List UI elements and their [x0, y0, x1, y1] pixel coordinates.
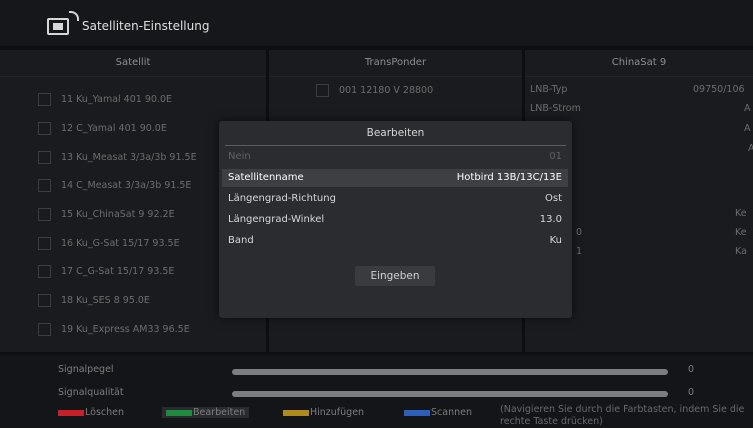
- checkbox[interactable]: [38, 151, 51, 164]
- red-key-icon: [58, 409, 84, 416]
- signal-quality-value: 0: [688, 387, 695, 398]
- dialog-row-longitude-direction[interactable]: Längengrad-Richtung Ost: [222, 190, 568, 208]
- checkbox[interactable]: [38, 179, 51, 192]
- lnb-type-value: 09750/106: [693, 84, 745, 95]
- satellite-list-item[interactable]: 11 Ku_Yamal 401 90.0E: [38, 91, 172, 109]
- lnb-power-value: A: [744, 103, 751, 114]
- checkbox[interactable]: [38, 122, 51, 135]
- enter-button[interactable]: Eingeben: [355, 266, 435, 286]
- checkbox[interactable]: [38, 294, 51, 307]
- dialog-row-band[interactable]: Band Ku: [222, 232, 568, 250]
- dialog-title: Bearbeiten: [225, 121, 566, 146]
- transponder-column-header: TransPonder: [269, 50, 522, 77]
- checkbox[interactable]: [38, 237, 51, 250]
- satellite-list-item[interactable]: 12 C_Yamal 401 90.0E: [38, 120, 167, 138]
- header-bar: Satelliten-Einstellung: [0, 0, 753, 46]
- satellite-dish-icon: [47, 18, 69, 35]
- satellite-list-item[interactable]: 17 C_G-Sat 15/17 93.5E: [38, 263, 174, 281]
- blue-key-icon: [404, 409, 430, 416]
- satellite-list-item[interactable]: 15 Ku_ChinaSat 9 92.2E: [38, 206, 175, 224]
- signal-level-bar: [232, 369, 668, 375]
- edit-key-hint[interactable]: Bearbeiten: [162, 407, 250, 418]
- edit-dialog: Bearbeiten Nein 01 Satellitenname Hotbir…: [219, 121, 572, 318]
- info-value: A: [744, 123, 751, 134]
- satellite-list-item[interactable]: 14 C_Measat 3/3a/3b 91.5E: [38, 177, 191, 195]
- satellite-list-item[interactable]: 18 Ku_SES 8 95.0E: [38, 292, 150, 310]
- info-value: 0: [576, 227, 583, 238]
- delete-key-hint[interactable]: Löschen: [58, 407, 124, 418]
- info-value: 1: [576, 246, 583, 257]
- checkbox[interactable]: [38, 323, 51, 336]
- info-value: Ka: [735, 246, 747, 257]
- satellite-list-item[interactable]: 19 Ku_Express AM33 96.5E: [38, 321, 190, 339]
- checkbox[interactable]: [38, 265, 51, 278]
- satellite-list-item[interactable]: 13 Ku_Measat 3/3a/3b 91.5E: [38, 149, 197, 167]
- signal-wave-icon: [69, 11, 79, 21]
- info-value: A: [748, 143, 753, 154]
- dialog-row-satellite-name[interactable]: Satellitenname Hotbird 13B/13C/13E: [222, 169, 568, 187]
- scan-key-hint[interactable]: Scannen: [404, 407, 472, 418]
- yellow-key-icon: [283, 409, 309, 416]
- checkbox[interactable]: [38, 93, 51, 106]
- transponder-list-item[interactable]: 001 12180 V 28800: [316, 84, 433, 97]
- add-key-hint[interactable]: Hinzufügen: [283, 407, 364, 418]
- info-value: Ke: [735, 208, 747, 219]
- info-value: Ke: [735, 227, 747, 238]
- checkbox[interactable]: [316, 84, 329, 97]
- green-key-icon: [166, 409, 192, 416]
- lnb-type-label: LNB-Typ: [530, 84, 568, 95]
- satellite-column-header: Satellit: [0, 50, 266, 77]
- signal-level-value: 0: [688, 364, 695, 375]
- checkbox[interactable]: [38, 208, 51, 221]
- satellite-list-item[interactable]: 16 Ku_G-Sat 15/17 93.5E: [38, 235, 180, 253]
- navigation-help-text: (Navigieren Sie durch die Farbtasten, in…: [500, 404, 745, 427]
- lnb-power-label: LNB-Strom: [530, 103, 581, 114]
- dialog-row-number: Nein 01: [228, 151, 562, 162]
- signal-quality-bar: [232, 391, 668, 397]
- signal-level-label: Signalpegel: [58, 364, 114, 375]
- info-column-header: ChinaSat 9: [525, 50, 753, 77]
- page-title: Satelliten-Einstellung: [82, 19, 210, 33]
- signal-quality-label: Signalqualität: [58, 387, 124, 398]
- dialog-row-longitude-angle[interactable]: Längengrad-Winkel 13.0: [222, 211, 568, 229]
